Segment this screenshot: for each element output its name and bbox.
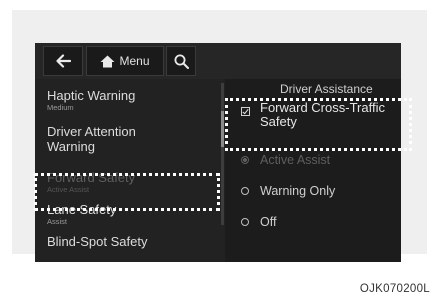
item-sublabel: Medium: [47, 103, 74, 112]
list-item-driver-attention-warning[interactable]: Driver Attention Warning: [47, 124, 157, 154]
item-sublabel: Assist: [47, 217, 68, 226]
radio-warning-only[interactable]: Warning Only: [241, 184, 335, 198]
radio-off[interactable]: Off: [241, 215, 276, 229]
home-menu-button[interactable]: Menu: [86, 46, 164, 76]
home-icon: [100, 55, 115, 67]
list-item-haptic-warning[interactable]: Haptic Warning Medium: [47, 88, 135, 112]
item-label: Haptic Warning: [47, 88, 136, 103]
scrollbar-thumb[interactable]: [221, 111, 224, 147]
infotainment-screen: Menu Haptic Warning Medium Driver Attent…: [35, 43, 401, 262]
search-icon: [174, 54, 189, 69]
arrow-left-icon: [56, 54, 71, 68]
radio-icon: [241, 218, 249, 226]
radio-selected-icon: [241, 156, 249, 164]
item-label: Driver Attention Warning: [47, 124, 136, 154]
figure-code: OJK070200L: [359, 283, 430, 295]
search-button[interactable]: [166, 46, 196, 76]
scrollbar-track[interactable]: [221, 83, 224, 225]
list-item-blind-spot-safety[interactable]: Blind-Spot Safety: [47, 234, 147, 249]
menu-label: Menu: [119, 54, 150, 68]
highlight-forward-safety: [34, 173, 220, 211]
item-label: Blind-Spot Safety: [47, 234, 148, 249]
section-title: Driver Assistance: [280, 82, 373, 96]
settings-list: Haptic Warning Medium Driver Attention W…: [35, 79, 225, 262]
radio-icon: [241, 187, 249, 195]
option-label: Off: [260, 215, 277, 229]
radio-active-assist[interactable]: Active Assist: [241, 153, 330, 167]
option-label: Active Assist: [260, 153, 331, 167]
back-button[interactable]: [43, 46, 83, 76]
highlight-forward-cross-traffic: [225, 98, 412, 151]
top-toolbar: Menu: [35, 43, 401, 79]
option-label: Warning Only: [260, 184, 336, 198]
